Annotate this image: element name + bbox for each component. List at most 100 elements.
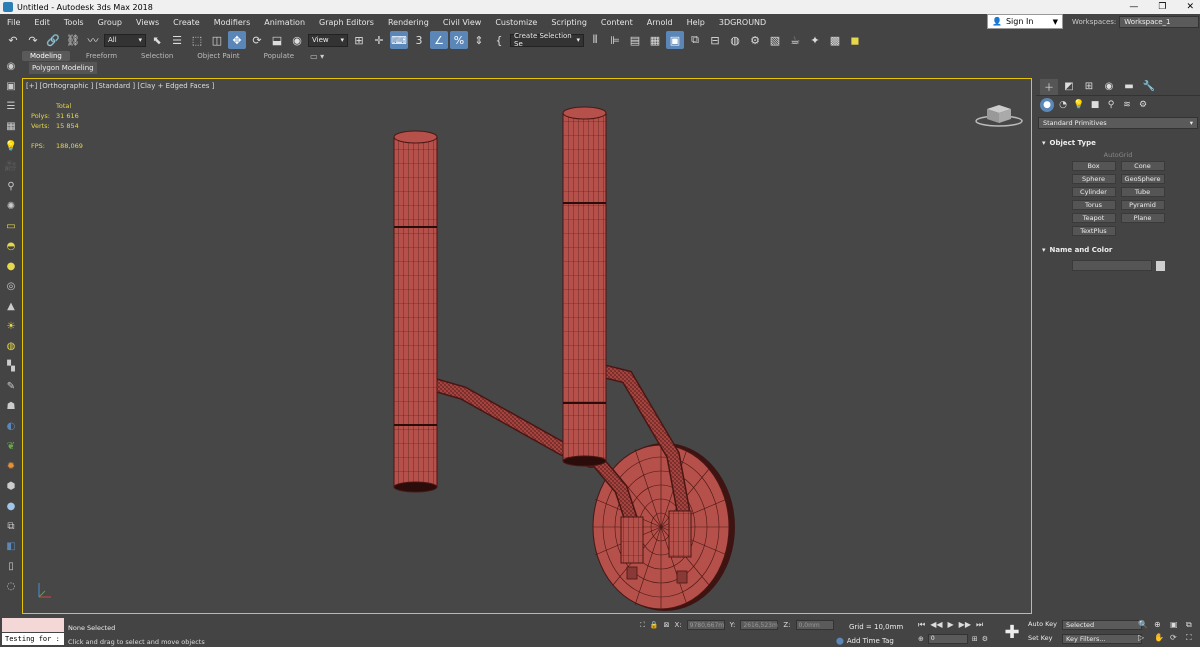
menu-tools[interactable]: Tools <box>57 18 91 27</box>
render-production-icon[interactable]: ☕ <box>786 31 804 49</box>
motion-tab-icon[interactable]: ◉ <box>1100 79 1118 95</box>
auto-key-button[interactable]: Auto Key <box>1028 620 1058 630</box>
utilities-tab-icon[interactable]: 🔧 <box>1140 79 1158 95</box>
unlink-icon[interactable]: ⛓ <box>64 31 82 49</box>
space-warps-icon[interactable]: ≋ <box>1120 98 1134 112</box>
next-frame-icon[interactable]: ▶▶ <box>959 620 971 630</box>
object-name-field[interactable] <box>1072 260 1152 271</box>
schematic-view-icon[interactable]: ⊟ <box>706 31 724 49</box>
display-icon[interactable]: ▣ <box>3 78 19 94</box>
primitive-category-dropdown[interactable]: Standard Primitives ▾ <box>1038 117 1198 129</box>
menu-create[interactable]: Create <box>166 18 207 27</box>
key-selection-dropdown[interactable]: Selected <box>1062 620 1142 630</box>
go-to-start-icon[interactable]: ⏮ <box>918 620 925 630</box>
reference-coordinate-dropdown[interactable]: View ▾ <box>308 33 348 47</box>
maxscript-listener-output[interactable] <box>2 618 64 632</box>
table-icon[interactable]: ▦ <box>3 118 19 134</box>
restore-button[interactable]: ❐ <box>1158 2 1166 12</box>
perspective-viewport[interactable]: [+] [Orthographic ] [Standard ] [Clay + … <box>22 78 1032 614</box>
rendered-frame-window-icon[interactable]: ▧ <box>766 31 784 49</box>
pan-icon[interactable]: ✋ <box>1154 633 1168 643</box>
edit-named-selection-icon[interactable]: { <box>490 31 508 49</box>
particles-icon[interactable]: ✺ <box>3 198 19 214</box>
grid-icon[interactable]: ▚ <box>3 358 19 374</box>
link-icon[interactable]: 🔗 <box>44 31 62 49</box>
menu-graph-editors[interactable]: Graph Editors <box>312 18 381 27</box>
ribbon-tab-selection[interactable]: Selection <box>133 51 181 61</box>
maximize-viewport-icon[interactable]: ⛶ <box>1186 633 1200 643</box>
ribbon-tab-modeling[interactable]: Modeling <box>22 51 70 61</box>
plane-button[interactable]: Plane <box>1120 213 1165 223</box>
close-button[interactable]: ✕ <box>1186 2 1194 12</box>
menu-rendering[interactable]: Rendering <box>381 18 436 27</box>
material-sphere-icon[interactable]: ● <box>3 498 19 514</box>
ribbon-options-icon[interactable]: ▭ ▾ <box>310 52 324 61</box>
systems-icon[interactable]: ⚙ <box>1136 98 1150 112</box>
cone-icon[interactable]: ▲ <box>3 298 19 314</box>
box-button[interactable]: Box <box>1071 161 1116 171</box>
toggle-scene-explorer-icon[interactable]: ▤ <box>626 31 644 49</box>
add-time-tag[interactable]: ⬤ Add Time Tag <box>836 637 894 645</box>
keyboard-shortcut-override-icon[interactable]: ⌨ <box>390 31 408 49</box>
lights-icon[interactable]: 💡 <box>1072 98 1086 112</box>
menu-content[interactable]: Content <box>594 18 640 27</box>
go-to-end-icon[interactable]: ⏭ <box>976 620 983 630</box>
person-icon[interactable]: ☗ <box>3 398 19 414</box>
menu-modifiers[interactable]: Modifiers <box>207 18 258 27</box>
globe-icon[interactable]: ◐ <box>3 418 19 434</box>
a360-gallery-icon[interactable]: ◼ <box>846 31 864 49</box>
named-selection-dropdown[interactable]: Create Selection Se ▾ <box>510 32 584 48</box>
z-coordinate-field[interactable]: 0,0mm <box>795 620 834 630</box>
helper-icon[interactable]: ⚲ <box>3 178 19 194</box>
x-coordinate-field[interactable]: 9780,667m <box>686 620 725 630</box>
minimize-button[interactable]: — <box>1129 2 1138 12</box>
name-color-header[interactable]: ▾ Name and Color <box>1038 244 1198 256</box>
selection-filter-dropdown[interactable]: All ▾ <box>104 33 146 47</box>
zoom-icon[interactable]: 🔍 <box>1138 620 1152 630</box>
percent-snap-icon[interactable]: % <box>450 31 468 49</box>
menu-file[interactable]: File <box>0 18 27 27</box>
object-type-header[interactable]: ▾ Object Type <box>1038 137 1198 149</box>
menu-help[interactable]: Help <box>680 18 712 27</box>
angle-snap-icon[interactable]: ∠ <box>430 31 448 49</box>
key-mode-icon[interactable]: ⊞ <box>972 635 978 643</box>
zoom-extents-icon[interactable]: ▣ <box>1170 620 1184 630</box>
select-and-rotate-icon[interactable]: ⟳ <box>248 31 266 49</box>
toggle-ribbon-icon[interactable]: ▣ <box>666 31 684 49</box>
window-crossing-icon[interactable]: ◫ <box>208 31 226 49</box>
cameras-icon[interactable]: ■ <box>1088 98 1102 112</box>
workspace-dropdown[interactable]: Workspace_1 <box>1119 16 1200 28</box>
light-icon[interactable]: 💡 <box>3 138 19 154</box>
time-config-icon[interactable]: ⊕ <box>918 635 924 643</box>
ribbon-tab-freeform[interactable]: Freeform <box>78 51 125 61</box>
isolate-selection-icon[interactable]: ⛶ <box>640 621 645 630</box>
maxscript-listener-input[interactable]: Testing for : <box>2 633 64 645</box>
menu-group[interactable]: Group <box>91 18 129 27</box>
absolute-mode-icon[interactable]: ⊠ <box>664 621 670 629</box>
key-filters-button[interactable]: Key Filters... <box>1062 634 1142 644</box>
render-iterative-icon[interactable]: ✦ <box>806 31 824 49</box>
cylinder-button[interactable]: Cylinder <box>1071 187 1116 197</box>
sphere-icon[interactable]: ● <box>3 258 19 274</box>
select-object-icon[interactable]: ⬉ <box>148 31 166 49</box>
hierarchy-tab-icon[interactable]: ⊞ <box>1080 79 1098 95</box>
render-in-cloud-icon[interactable]: ▩ <box>826 31 844 49</box>
shapes-icon[interactable]: ◔ <box>1056 98 1070 112</box>
render-icon[interactable]: ◧ <box>3 538 19 554</box>
time-settings-icon[interactable]: ⚙ <box>982 635 988 643</box>
list-icon[interactable]: ☰ <box>3 98 19 114</box>
ribbon-tab-populate[interactable]: Populate <box>256 51 302 61</box>
select-and-move-icon[interactable]: ✥ <box>228 31 246 49</box>
plant-icon[interactable]: ❦ <box>3 438 19 454</box>
target-icon[interactable]: ◍ <box>3 338 19 354</box>
set-key-button[interactable]: Set Key <box>1028 634 1058 644</box>
orbit-icon[interactable]: ⟳ <box>1170 633 1184 643</box>
torus-icon[interactable]: ◎ <box>3 278 19 294</box>
sign-in-button[interactable]: 👤 Sign In ▼ <box>987 14 1063 29</box>
hemisphere-icon[interactable]: ◓ <box>3 238 19 254</box>
autogrid-checkbox[interactable]: AutoGrid <box>1038 151 1198 159</box>
cone-button[interactable]: Cone <box>1120 161 1165 171</box>
curve-editor-icon[interactable]: ⧉ <box>686 31 704 49</box>
menu-3dground[interactable]: 3DGROUND <box>712 18 773 27</box>
sun-icon[interactable]: ☀ <box>3 318 19 334</box>
